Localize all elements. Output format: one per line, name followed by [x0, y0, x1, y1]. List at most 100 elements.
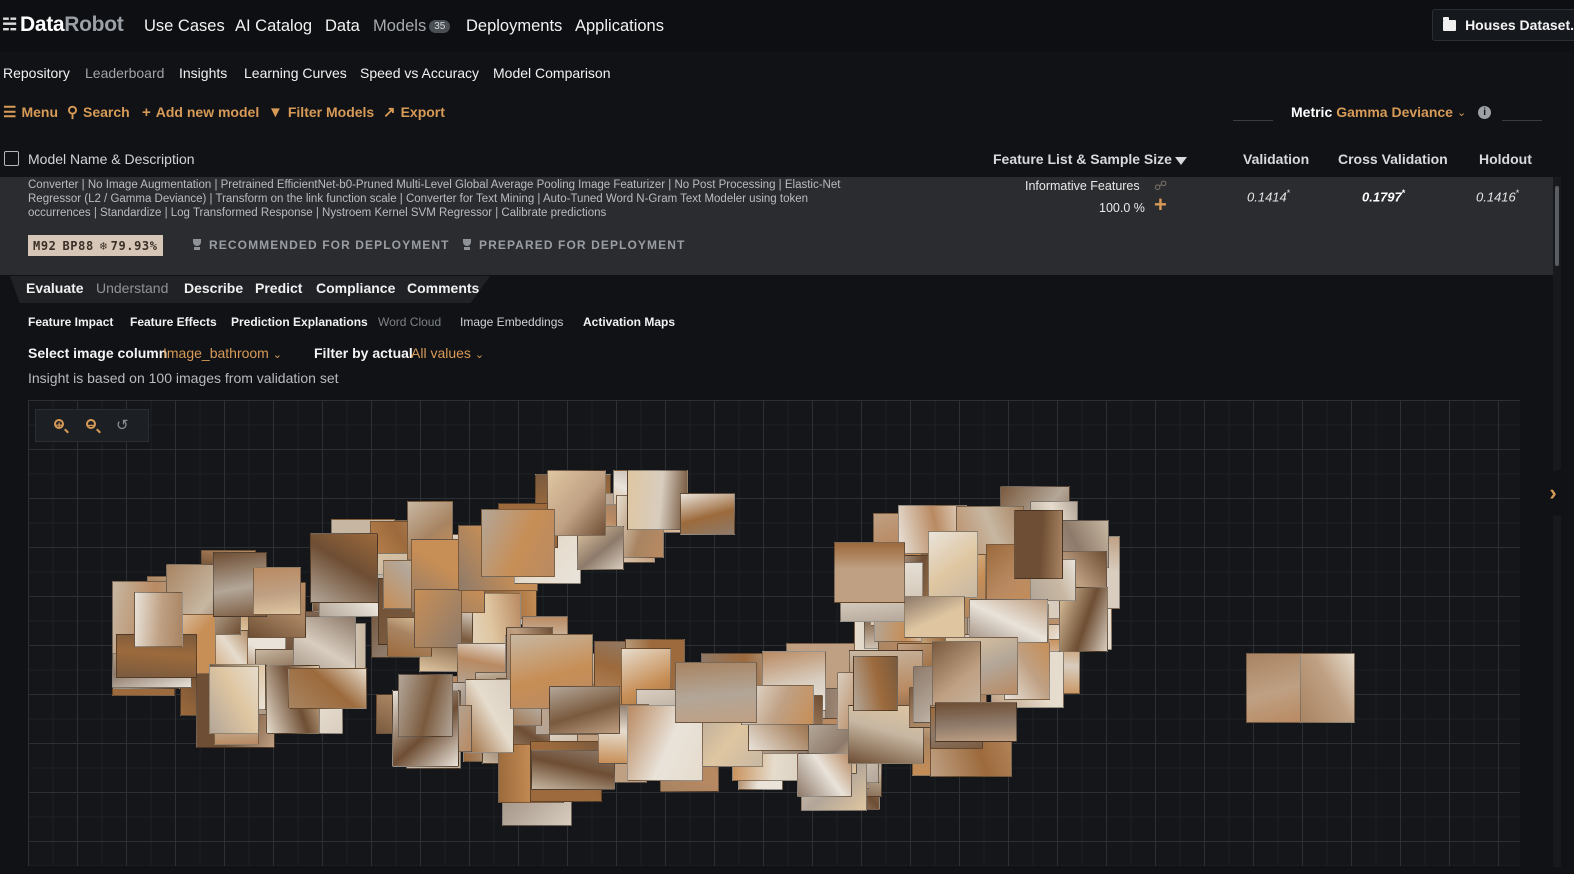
nav-ai-catalog[interactable]: AI Catalog — [235, 17, 312, 36]
metric-selector[interactable]: Metric Gamma Deviance ⌄ i — [1291, 104, 1492, 120]
embedding-thumbnail[interactable] — [481, 509, 555, 577]
embedding-thumbnail[interactable] — [680, 493, 735, 535]
tab-describe[interactable]: Describe — [184, 280, 243, 296]
embedding-thumbnail[interactable] — [253, 567, 301, 615]
embedding-thumbnail[interactable] — [398, 674, 453, 737]
nav-models[interactable]: Models 35 — [373, 17, 451, 36]
embedding-thumbnail[interactable] — [904, 596, 965, 638]
subtab-prediction-explanations[interactable]: Prediction Explanations — [231, 315, 368, 329]
model-id: M92 — [33, 238, 57, 253]
embedding-thumbnail[interactable] — [928, 531, 978, 598]
feature-list-name[interactable]: Informative Features — [1025, 179, 1140, 193]
tab-comments[interactable]: Comments — [407, 280, 479, 296]
score-mark: * — [1515, 188, 1520, 198]
embedding-thumbnail[interactable] — [547, 470, 606, 536]
subnav-repository[interactable]: Repository — [3, 65, 70, 81]
zoom-in-icon[interactable]: + — [52, 417, 70, 435]
menu-label: Menu — [21, 104, 59, 120]
tab-predict[interactable]: Predict — [255, 280, 302, 296]
dataset-button[interactable]: Houses Dataset.z — [1432, 9, 1574, 41]
export-button[interactable]: ↗ Export — [383, 104, 445, 120]
embedding-thumbnail[interactable] — [134, 592, 183, 647]
subtab-word-cloud[interactable]: Word Cloud — [378, 315, 441, 329]
embedding-thumbnail[interactable] — [627, 470, 688, 530]
snowflake-icon: ❄ — [99, 238, 108, 253]
funnel-icon: ▼ — [268, 103, 283, 121]
column-header-validation[interactable]: Validation — [1243, 151, 1309, 167]
datarobot-logo[interactable]: ☵ DataRobot — [2, 13, 124, 37]
zoom-out-icon[interactable]: − — [84, 417, 102, 435]
column-header-holdout[interactable]: Holdout — [1479, 151, 1532, 167]
plus-icon: + — [142, 103, 151, 121]
trophy-icon — [461, 239, 473, 251]
chevron-down-icon: ⌄ — [1456, 106, 1467, 119]
dataset-name: Houses Dataset.z — [1465, 17, 1574, 33]
holdout-score: 0.1416* — [1476, 188, 1519, 204]
add-model-label: Add new model — [155, 104, 260, 120]
embedding-thumbnail[interactable] — [465, 679, 514, 753]
subnav-speed-vs-accuracy[interactable]: Speed vs Accuracy — [360, 65, 479, 81]
subnav-learning-curves[interactable]: Learning Curves — [244, 65, 347, 81]
export-label: Export — [400, 104, 445, 120]
embedding-thumbnail[interactable] — [853, 656, 898, 711]
subnav-model-comparison[interactable]: Model Comparison — [493, 65, 611, 81]
filter-models-button[interactable]: ▼ Filter Models — [268, 104, 374, 120]
image-column-dropdown[interactable]: Image_bathroom ⌄ — [163, 345, 282, 361]
subtab-feature-impact[interactable]: Feature Impact — [28, 315, 113, 329]
nav-applications[interactable]: Applications — [575, 17, 664, 36]
logo-text-robot: Robot — [64, 13, 124, 36]
embedding-thumbnail[interactable] — [797, 753, 852, 797]
embedding-thumbnail[interactable] — [675, 662, 757, 723]
subnav-leaderboard[interactable]: Leaderboard — [85, 65, 164, 81]
menu-button[interactable]: ☰ Menu — [3, 104, 58, 120]
validation-value: 0.1414 — [1247, 189, 1287, 205]
embedding-thumbnail[interactable] — [1014, 510, 1063, 579]
embedding-thumbnail[interactable] — [1300, 653, 1355, 723]
embedding-thumbnail[interactable] — [209, 666, 259, 734]
chevron-down-icon: ⌄ — [272, 349, 282, 361]
toolbar-divider — [1502, 120, 1542, 121]
nav-data[interactable]: Data — [325, 17, 360, 36]
embedding-thumbnail[interactable] — [1246, 653, 1301, 723]
search-icon: ⚲ — [67, 103, 78, 121]
subtab-image-embeddings[interactable]: Image Embeddings — [460, 315, 563, 329]
embedding-thumbnail[interactable] — [288, 668, 367, 709]
embedding-thumbnail[interactable] — [549, 686, 620, 734]
subtab-feature-effects[interactable]: Feature Effects — [130, 315, 217, 329]
logo-text-data: Data — [19, 13, 65, 36]
embedding-thumbnail[interactable] — [935, 702, 1017, 742]
funnel-icon[interactable] — [1174, 157, 1187, 165]
scrollbar-thumb[interactable] — [1555, 186, 1559, 266]
column-header-feature-list[interactable]: Feature List & Sample Size — [993, 151, 1187, 167]
recommended-badge: RECOMMENDED FOR DEPLOYMENT — [191, 238, 450, 252]
filter-actual-dropdown[interactable]: All values ⌄ — [411, 345, 484, 361]
tab-compliance[interactable]: Compliance — [316, 280, 395, 296]
select-all-checkbox[interactable] — [4, 151, 19, 166]
embedding-thumbnail[interactable] — [414, 589, 462, 648]
nav-deployments[interactable]: Deployments — [466, 17, 562, 36]
zoom-controls: + − ↺ — [35, 409, 149, 442]
info-icon[interactable]: i — [1478, 105, 1492, 119]
subtab-activation-maps[interactable]: Activation Maps — [583, 315, 675, 329]
sample-size: 100.0 % — [1099, 201, 1145, 215]
tab-evaluate[interactable]: Evaluate — [26, 280, 84, 296]
embedding-thumbnail[interactable] — [310, 533, 378, 603]
column-header-cross-validation[interactable]: Cross Validation — [1338, 151, 1448, 167]
subnav-insights[interactable]: Insights — [179, 65, 227, 81]
filter-label: Filter Models — [287, 104, 375, 120]
scrollbar-track[interactable] — [1553, 177, 1561, 867]
search-button[interactable]: ⚲ Search — [67, 104, 130, 120]
add-new-model-button[interactable]: + Add new model — [142, 104, 259, 120]
chevron-right-icon[interactable]: › — [1538, 470, 1568, 516]
image-column-value: Image_bathroom — [163, 345, 269, 361]
score-mark: * — [1401, 188, 1406, 198]
plus-icon[interactable]: + — [1154, 194, 1167, 216]
search-label: Search — [83, 104, 130, 120]
insight-note: Insight is based on 100 images from vali… — [28, 370, 339, 386]
column-header-model-name[interactable]: Model Name & Description — [28, 151, 195, 167]
nav-use-cases[interactable]: Use Cases — [144, 17, 225, 36]
embedding-thumbnail[interactable] — [834, 542, 905, 603]
reset-icon[interactable]: ↺ — [116, 417, 134, 435]
model-description[interactable]: Converter | No Image Augmentation | Pret… — [28, 178, 856, 220]
tab-understand[interactable]: Understand — [96, 280, 168, 296]
